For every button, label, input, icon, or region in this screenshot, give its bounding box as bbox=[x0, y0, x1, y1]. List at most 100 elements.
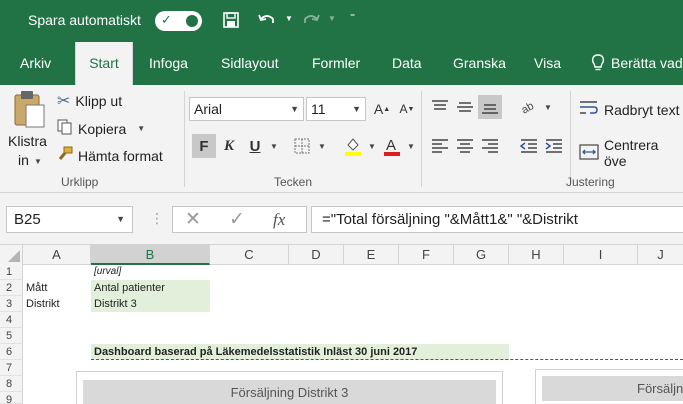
fill-dropdown-icon[interactable]: ▼ bbox=[368, 142, 376, 151]
align-left-icon[interactable] bbox=[428, 134, 452, 158]
paste-label-2[interactable]: in bbox=[18, 152, 29, 168]
column-header-b[interactable]: B bbox=[91, 245, 210, 265]
borders-dropdown-icon[interactable]: ▼ bbox=[318, 142, 326, 151]
align-bottom-icon[interactable] bbox=[478, 95, 502, 119]
tab-sidlayout[interactable]: Sidlayout bbox=[221, 42, 279, 85]
chevron-down-icon: ▼ bbox=[352, 104, 361, 114]
customize-toolbar-icon[interactable]: ⁼ bbox=[350, 12, 355, 23]
borders-icon[interactable] bbox=[290, 134, 314, 158]
formula-buttons: ✕ ✓ fx bbox=[172, 206, 307, 233]
undo-icon[interactable] bbox=[256, 8, 278, 32]
decrease-font-icon[interactable]: A ▼ bbox=[395, 97, 419, 121]
chevron-down-icon: ▼ bbox=[116, 214, 125, 224]
toggle-knob bbox=[186, 15, 198, 27]
tab-arkiv[interactable]: Arkiv bbox=[20, 42, 51, 85]
copy-button[interactable]: Kopiera ▼ bbox=[57, 119, 145, 138]
increase-font-icon[interactable]: A ▲ bbox=[370, 97, 394, 121]
row-header-4[interactable]: 4 bbox=[0, 312, 23, 328]
tab-start[interactable]: Start bbox=[75, 42, 133, 85]
increase-indent-icon[interactable] bbox=[542, 134, 566, 158]
row-header-6[interactable]: 6 bbox=[0, 344, 23, 360]
chart-2[interactable]: Försäljn bbox=[535, 369, 683, 404]
cancel-icon[interactable]: ✕ bbox=[185, 207, 201, 232]
name-box[interactable]: B25 ▼ bbox=[6, 206, 133, 233]
tab-visa[interactable]: Visa bbox=[534, 42, 561, 85]
enter-icon[interactable]: ✓ bbox=[229, 207, 245, 232]
page-break-line bbox=[91, 359, 683, 360]
paste-label[interactable]: Klistra bbox=[8, 133, 47, 149]
cut-button[interactable]: ✂ Klipp ut bbox=[57, 91, 122, 111]
chart-2-title[interactable]: Försäljn bbox=[542, 376, 683, 401]
orientation-dropdown-icon[interactable]: ▼ bbox=[544, 103, 552, 112]
autosave-label: Spara automatiskt bbox=[28, 12, 141, 28]
row-header-3[interactable]: 3 bbox=[0, 296, 23, 312]
cell-b2[interactable]: Antal patienter bbox=[91, 280, 210, 296]
orientation-icon[interactable]: ab bbox=[517, 95, 541, 119]
align-right-icon[interactable] bbox=[478, 134, 502, 158]
underline-button[interactable]: U bbox=[243, 134, 267, 158]
font-color-icon[interactable]: A bbox=[380, 134, 404, 158]
cell-a2[interactable]: Mått bbox=[23, 280, 91, 296]
cell-b6[interactable]: Dashboard baserad på Läkemedelsstatistik… bbox=[91, 344, 509, 360]
paste-icon[interactable] bbox=[12, 89, 46, 132]
row-header-8[interactable]: 8 bbox=[0, 376, 23, 392]
check-icon: ✓ bbox=[161, 12, 172, 27]
column-header-e[interactable]: E bbox=[344, 245, 399, 265]
merge-center-icon bbox=[579, 143, 599, 164]
font-size-value: 11 bbox=[311, 101, 326, 117]
tab-formler[interactable]: Formler bbox=[312, 42, 360, 85]
fill-color-icon[interactable] bbox=[341, 134, 365, 158]
column-header-f[interactable]: F bbox=[399, 245, 454, 265]
worksheet-grid[interactable]: A B C D E F G H I J 1 2 3 4 5 6 7 8 9 [u… bbox=[0, 245, 683, 404]
tab-granska[interactable]: Granska bbox=[453, 42, 506, 85]
font-name-select[interactable]: Arial ▼ bbox=[189, 97, 304, 121]
tab-data[interactable]: Data bbox=[392, 42, 422, 85]
copy-dropdown-icon[interactable]: ▼ bbox=[137, 124, 145, 133]
row-header-5[interactable]: 5 bbox=[0, 328, 23, 344]
chart-1-title[interactable]: Försäljning Distrikt 3 bbox=[83, 380, 496, 404]
column-header-j[interactable]: J bbox=[638, 245, 683, 265]
row-header-2[interactable]: 2 bbox=[0, 280, 23, 296]
formula-input[interactable]: ="Total försäljning "&Mått1&" "&Distrikt bbox=[311, 206, 683, 233]
row-header-7[interactable]: 7 bbox=[0, 360, 23, 376]
scissors-icon: ✂ bbox=[57, 93, 71, 110]
cell-b3[interactable]: Distrikt 3 bbox=[91, 296, 210, 312]
column-header-c[interactable]: C bbox=[210, 245, 289, 265]
column-header-a[interactable]: A bbox=[23, 245, 91, 265]
format-painter-button[interactable]: Hämta format bbox=[57, 146, 163, 165]
column-header-h[interactable]: H bbox=[509, 245, 564, 265]
row-header-1[interactable]: 1 bbox=[0, 264, 23, 280]
undo-dropdown-icon[interactable]: ▼ bbox=[285, 14, 293, 23]
column-header-i[interactable]: I bbox=[564, 245, 638, 265]
redo-icon[interactable] bbox=[300, 8, 322, 32]
bold-button[interactable]: F bbox=[192, 134, 216, 158]
align-top-icon[interactable] bbox=[428, 95, 452, 119]
redo-dropdown-icon[interactable]: ▼ bbox=[328, 14, 336, 23]
font-color-dropdown-icon[interactable]: ▼ bbox=[407, 142, 415, 151]
autosave-toggle[interactable]: ✓ bbox=[155, 11, 202, 31]
cell-b1[interactable]: [urval] bbox=[91, 264, 210, 280]
chart-1[interactable]: Försäljning Distrikt 3 bbox=[76, 371, 503, 404]
title-bar: Spara automatiskt ✓ ▼ ▼ ⁼ bbox=[0, 0, 683, 42]
merge-center-button[interactable]: Centrera öve bbox=[579, 137, 683, 169]
select-all-corner[interactable] bbox=[0, 245, 23, 265]
tab-infoga[interactable]: Infoga bbox=[149, 42, 188, 85]
underline-dropdown-icon[interactable]: ▼ bbox=[270, 142, 278, 151]
insert-function-icon[interactable]: fx bbox=[273, 207, 285, 232]
align-center-icon[interactable] bbox=[453, 134, 477, 158]
column-header-g[interactable]: G bbox=[454, 245, 509, 265]
name-box-value: B25 bbox=[14, 211, 41, 228]
font-size-select[interactable]: 11 ▼ bbox=[306, 97, 366, 121]
wrap-text-button[interactable]: Radbryt text bbox=[579, 99, 679, 120]
italic-button[interactable]: K bbox=[217, 134, 241, 158]
save-icon[interactable] bbox=[220, 8, 242, 32]
format-painter-label: Hämta format bbox=[78, 147, 163, 164]
cell-a3[interactable]: Distrikt bbox=[23, 296, 91, 312]
align-middle-icon[interactable] bbox=[453, 95, 477, 119]
tell-me-search[interactable]: Berätta vad bbox=[611, 42, 683, 85]
paste-dropdown-icon[interactable]: ▼ bbox=[34, 157, 42, 166]
column-header-d[interactable]: D bbox=[289, 245, 344, 265]
copy-icon bbox=[57, 119, 73, 138]
row-header-9[interactable]: 9 bbox=[0, 392, 23, 404]
decrease-indent-icon[interactable] bbox=[517, 134, 541, 158]
